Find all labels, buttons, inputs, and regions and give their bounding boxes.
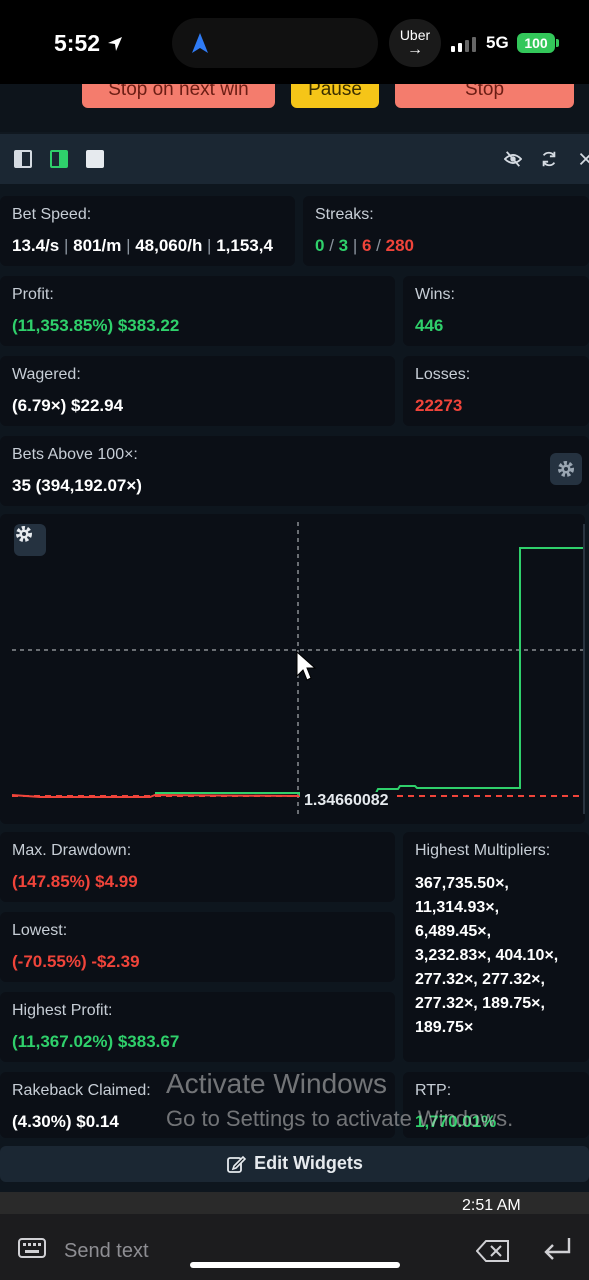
edit-widgets-button[interactable]: Edit Widgets	[226, 1153, 363, 1174]
cursor-pointer-icon	[296, 650, 317, 681]
edit-widgets-bar: Edit Widgets	[0, 1146, 589, 1182]
signal-icon	[451, 36, 476, 52]
network-type: 5G	[486, 33, 509, 52]
highest-profit-card: Highest Profit: (11,367.02%) $383.67	[0, 992, 395, 1062]
refresh-icon[interactable]	[540, 150, 558, 168]
wagered-card: Wagered: (6.79×) $22.94	[0, 356, 395, 426]
multiplier-line: 277.32×, 277.32×,	[415, 971, 545, 988]
battery-tip	[556, 39, 559, 47]
eye-off-icon[interactable]	[504, 150, 522, 168]
widget-toolbar	[0, 134, 589, 184]
location-arrow-icon	[108, 36, 123, 51]
stop-on-next-win-button[interactable]: Stop on next win	[82, 84, 275, 108]
bets-above-value: 35 (394,192.07×)	[12, 476, 142, 495]
bets-above-settings-button[interactable]	[550, 453, 582, 485]
lowest-value: (-70.55%) -$2.39	[12, 952, 140, 971]
multiplier-line: 189.75×	[415, 1019, 474, 1036]
highest-multipliers-card: Highest Multipliers: 367,735.50×, 11,314…	[403, 832, 589, 1062]
stats-widgets: Bet Speed: 13.4/s | 801/m | 48,060/h | 1…	[0, 184, 589, 1214]
multiplier-line: 6,489.45×,	[415, 923, 492, 940]
uber-live-activity[interactable]: Uber →	[389, 19, 441, 67]
profit-line-positive	[155, 547, 585, 796]
crosshair-value-label: 1.34660082	[300, 792, 393, 810]
status-bar: 5:52 Uber → 5G 100	[0, 0, 589, 84]
fullscreen-icon[interactable]	[86, 150, 104, 168]
sidebar-left-icon[interactable]	[14, 150, 32, 168]
losses-card: Losses: 22273	[403, 356, 589, 426]
edit-icon	[227, 1155, 247, 1173]
gear-icon	[16, 526, 32, 542]
bets-above-card: Bets Above 100×: 35 (394,192.07×)	[0, 436, 589, 506]
multiplier-line: 277.32×, 189.75×,	[415, 995, 545, 1012]
stop-button[interactable]: Stop	[395, 84, 574, 108]
wagered-value: (6.79×) $22.94	[12, 396, 124, 415]
bet-controls: Stop on next win Pause Stop	[0, 84, 589, 132]
activate-windows-title: Activate Windows	[166, 1068, 387, 1099]
message-input-bar: Send text	[0, 1214, 589, 1280]
dynamic-island[interactable]	[172, 18, 378, 68]
profit-chart-svg	[11, 522, 585, 814]
chart-scrollbar	[583, 524, 585, 814]
profit-value: (11,353.85%) $383.22	[12, 316, 180, 335]
arrow-right-icon: →	[407, 41, 423, 58]
home-indicator[interactable]	[190, 1262, 400, 1268]
multiplier-line: 367,735.50×,	[415, 875, 509, 892]
multiplier-line: 11,314.93×,	[415, 899, 500, 916]
losses-value: 22273	[415, 396, 463, 415]
gear-icon	[558, 461, 574, 477]
lowest-card: Lowest: (-70.55%) -$2.39	[0, 912, 395, 982]
app-screen: Stop on next win Pause Stop Bet Speed: 1…	[0, 84, 589, 1214]
return-icon[interactable]	[542, 1236, 572, 1262]
pause-button[interactable]: Pause	[291, 84, 379, 108]
activate-windows-subtitle: Go to Settings to activate Windows.	[166, 1106, 514, 1131]
max-drawdown-card: Max. Drawdown: (147.85%) $4.99	[0, 832, 395, 902]
streaks-card: Streaks: 0 / 3 | 6 / 280	[303, 196, 589, 266]
navigation-arrow-icon	[192, 33, 208, 53]
keyboard-icon[interactable]	[18, 1238, 46, 1258]
chart-settings-button[interactable]	[14, 524, 46, 556]
battery-icon: 100	[517, 33, 555, 53]
bet-speed-value: 13.4/s | 801/m | 48,060/h | 1,153,4	[12, 236, 273, 255]
status-time: 5:52	[54, 30, 124, 57]
multiplier-line: 3,232.83×, 404.10×,	[415, 947, 559, 964]
backspace-icon[interactable]	[476, 1240, 510, 1262]
profit-card: Profit: (11,353.85%) $383.22	[0, 276, 395, 346]
close-icon[interactable]	[576, 150, 589, 168]
wins-card: Wins: 446	[403, 276, 589, 346]
wins-value: 446	[415, 316, 444, 335]
rakeback-value: (4.30%) $0.14	[12, 1112, 119, 1131]
sidebar-right-icon[interactable]	[50, 150, 68, 168]
max-drawdown-value: (147.85%) $4.99	[12, 872, 138, 891]
highest-multipliers-list: 367,735.50×, 11,314.93×, 6,489.45×, 3,23…	[415, 872, 589, 1040]
bet-speed-card: Bet Speed: 13.4/s | 801/m | 48,060/h | 1…	[0, 196, 295, 266]
profit-chart[interactable]: 1.34660082	[0, 514, 585, 824]
taskbar-clock: 2:51 AM	[462, 1197, 521, 1214]
send-text-input[interactable]: Send text	[64, 1240, 149, 1263]
streaks-value: 0 / 3 | 6 / 280	[315, 236, 414, 255]
highest-profit-value: (11,367.02%) $383.67	[12, 1032, 180, 1051]
